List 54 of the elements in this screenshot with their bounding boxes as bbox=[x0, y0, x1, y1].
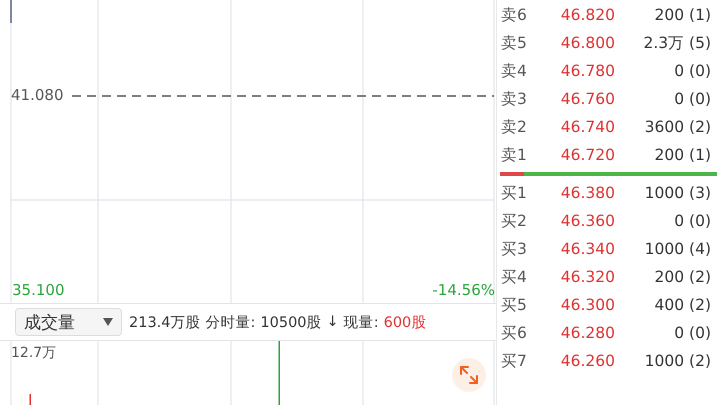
order-price: 46.720 bbox=[560, 146, 615, 164]
order-volume: 0 (0) bbox=[673, 90, 711, 108]
order-price: 46.760 bbox=[560, 90, 615, 108]
order-price: 46.780 bbox=[560, 62, 615, 80]
order-volume: 200 (1) bbox=[654, 146, 711, 164]
level-label: 买4 bbox=[501, 266, 528, 288]
price-line bbox=[10, 0, 12, 23]
order-price: 46.280 bbox=[560, 324, 615, 342]
level-label: 卖2 bbox=[501, 116, 528, 138]
order-volume: 2.3万 (5) bbox=[642, 32, 711, 54]
tick-volume: 10500股 bbox=[260, 314, 322, 332]
order-price: 46.800 bbox=[560, 34, 615, 52]
order-volume: 1000 (2) bbox=[644, 352, 711, 370]
order-volume: 0 (0) bbox=[673, 324, 711, 342]
order-price: 46.740 bbox=[560, 118, 615, 136]
volume-max-label: 12.7万 bbox=[11, 344, 56, 362]
order-price: 46.260 bbox=[560, 352, 615, 370]
reference-price-label: 41.080 bbox=[11, 86, 64, 104]
current-volume-label: 现量: bbox=[344, 314, 379, 332]
level-label: 卖5 bbox=[501, 32, 528, 54]
level-label: 买5 bbox=[501, 294, 528, 316]
level-label: 买3 bbox=[501, 238, 528, 260]
order-price: 46.820 bbox=[560, 6, 615, 24]
expand-button[interactable] bbox=[452, 358, 486, 392]
order-price: 46.340 bbox=[560, 240, 615, 258]
level-label: 买7 bbox=[501, 350, 528, 372]
direction-arrow: ↓ bbox=[326, 314, 339, 330]
order-volume: 1000 (4) bbox=[644, 240, 711, 258]
order-price: 46.300 bbox=[560, 296, 615, 314]
level-label: 卖1 bbox=[501, 144, 528, 166]
low-change-label: -14.56% bbox=[432, 281, 495, 299]
order-volume: 0 (0) bbox=[673, 212, 711, 230]
level-label: 买2 bbox=[501, 210, 528, 232]
low-price-label: 35.100 bbox=[12, 281, 64, 299]
level-label: 卖6 bbox=[501, 4, 528, 26]
order-volume: 200 (1) bbox=[654, 6, 711, 24]
order-volume: 0 (0) bbox=[673, 62, 711, 80]
level-label: 卖3 bbox=[501, 88, 528, 110]
current-volume: 600股 bbox=[384, 314, 426, 332]
order-volume: 1000 (3) bbox=[644, 184, 711, 202]
order-price: 46.320 bbox=[560, 268, 615, 286]
caret-icon bbox=[103, 318, 113, 326]
total-volume: 213.4万股 bbox=[129, 314, 201, 332]
level-label: 买1 bbox=[501, 182, 528, 204]
level-label: 买6 bbox=[501, 322, 528, 344]
order-price: 46.380 bbox=[560, 184, 615, 202]
order-volume: 3600 (2) bbox=[644, 118, 711, 136]
tick-volume-label: 分时量: bbox=[206, 314, 256, 332]
order-volume: 400 (2) bbox=[654, 296, 711, 314]
order-price: 46.360 bbox=[560, 212, 615, 230]
expand-icon bbox=[459, 365, 479, 385]
level-label: 卖4 bbox=[501, 60, 528, 82]
indicator-dropdown[interactable]: 成交量 bbox=[15, 308, 122, 336]
order-volume: 200 (2) bbox=[654, 268, 711, 286]
